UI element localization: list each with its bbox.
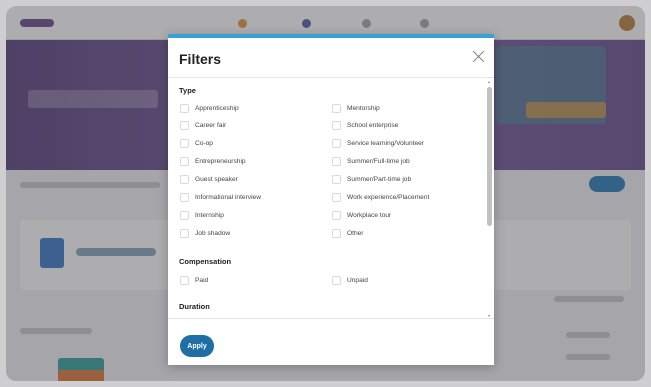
filter-option-label: Service learning/Volunteer [347, 140, 424, 148]
filter-option[interactable]: Career fair [180, 120, 226, 132]
filter-option[interactable]: Internship [180, 209, 224, 221]
checkbox[interactable] [180, 275, 189, 285]
filter-option-label: Work experience/Placement [347, 194, 430, 201]
modal-title: Filters [179, 51, 222, 67]
filter-option[interactable]: Service learning/Volunteer [332, 138, 424, 150]
apply-button[interactable]: Apply [180, 335, 214, 357]
checkbox[interactable] [180, 193, 189, 202]
checkbox[interactable] [180, 157, 189, 167]
modal-scrollbar[interactable] [487, 80, 492, 318]
checkbox[interactable] [180, 139, 189, 149]
modal-header: Filters [168, 38, 494, 78]
filter-option-label: Summer/Full-time job [347, 158, 410, 166]
filter-option-label: Internship [195, 211, 224, 219]
filter-option-label: Job shadow [195, 229, 231, 237]
checkbox[interactable] [180, 121, 189, 131]
scroll-up-arrow-icon[interactable] [487, 80, 492, 85]
filter-option[interactable]: Entrepreneurship [180, 156, 246, 168]
checkbox[interactable] [180, 210, 189, 220]
filter-option-label: Guest speaker [195, 176, 238, 184]
filter-option[interactable]: Other [332, 227, 364, 239]
filter-option-label: Career fair [195, 122, 227, 130]
close-icon[interactable] [472, 50, 486, 64]
checkbox[interactable] [180, 103, 189, 113]
filter-option[interactable]: Informational interview [180, 192, 261, 204]
modal-footer: Apply [168, 318, 494, 365]
filter-option[interactable]: Apprenticeship [180, 102, 239, 114]
filter-option-label: Entrepreneurship [195, 158, 246, 166]
filter-option-label: Unpaid [347, 276, 368, 284]
filter-option-label: School enterprise [347, 122, 399, 130]
filter-option[interactable]: Paid [180, 274, 208, 286]
filter-option[interactable]: Co-op [180, 138, 213, 150]
filter-option-label: Mentorship [347, 104, 380, 112]
filter-option[interactable]: Job shadow [180, 227, 230, 239]
filter-option[interactable]: Unpaid [332, 274, 368, 286]
filter-option[interactable]: Workplace tour [332, 209, 391, 221]
filter-option-label: Other [347, 229, 364, 237]
filter-option[interactable]: Work experience/Placement [332, 192, 429, 204]
checkbox[interactable] [332, 228, 341, 238]
checkbox[interactable] [332, 210, 341, 220]
filter-option-label: Co-op [195, 140, 213, 148]
filter-option-label: Paid [195, 276, 209, 284]
checkbox[interactable] [332, 175, 341, 185]
filter-option[interactable]: School enterprise [332, 120, 398, 132]
filter-option[interactable]: Summer/Part-time job [332, 174, 411, 186]
checkbox[interactable] [180, 175, 189, 185]
filters-modal: Filters Type Apprenticeship Career fair Co… [168, 34, 494, 365]
compensation-section-title: Compensation [179, 257, 232, 266]
filter-option-label: Informational interview [195, 194, 261, 201]
type-section-title: Type [179, 86, 196, 95]
duration-section-title: Duration [179, 302, 210, 311]
filter-option-label: Summer/Part-time job [347, 176, 412, 184]
filter-option[interactable]: Summer/Full-time job [332, 156, 410, 168]
filter-option-label: Workplace tour [347, 211, 392, 219]
filter-option[interactable]: Mentorship [332, 102, 380, 114]
checkbox[interactable] [332, 103, 341, 113]
checkbox[interactable] [332, 121, 341, 131]
checkbox[interactable] [332, 275, 341, 285]
checkbox[interactable] [180, 228, 189, 238]
filter-option[interactable]: Guest speaker [180, 174, 238, 186]
modal-body: Type Apprenticeship Career fair Co-op Entre… [168, 79, 494, 318]
checkbox[interactable] [332, 193, 341, 202]
filter-option-label: Apprenticeship [195, 104, 239, 112]
checkbox[interactable] [332, 139, 341, 149]
checkbox[interactable] [332, 157, 341, 167]
scroll-thumb[interactable] [487, 87, 492, 226]
